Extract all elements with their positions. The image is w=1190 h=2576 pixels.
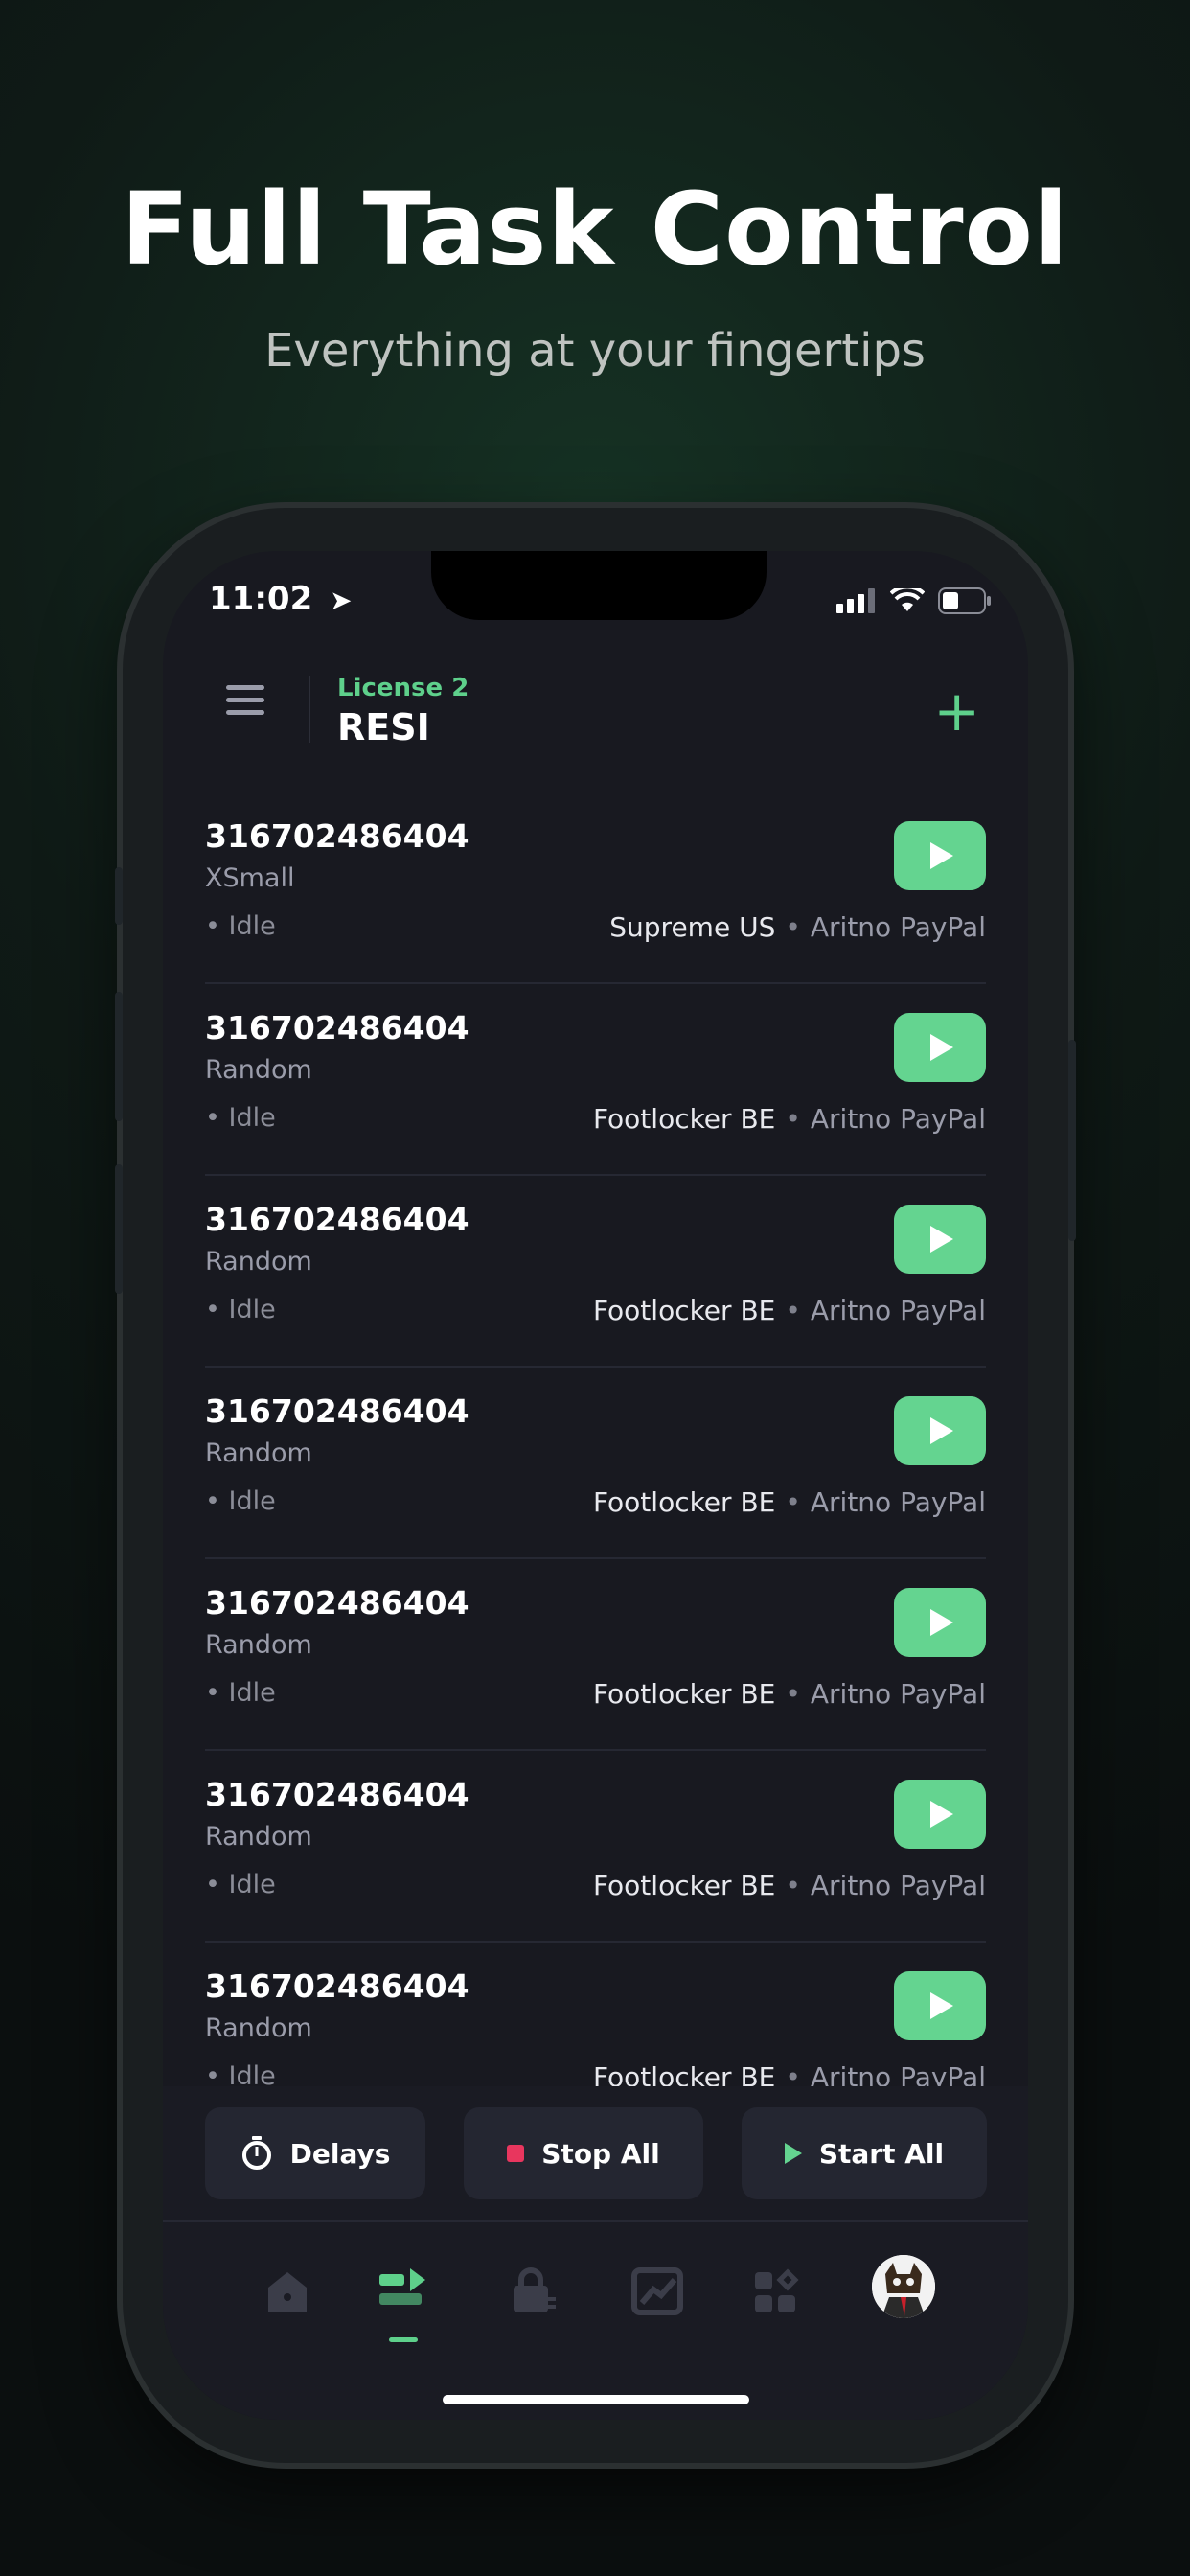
battery-icon [938, 587, 991, 614]
task-payment: Aritno PayPal [810, 1486, 986, 1518]
location-icon: ➤ [330, 585, 353, 616]
delays-label: Delays [289, 2137, 391, 2170]
task-status: • Idle [205, 1486, 276, 1516]
wifi-icon [890, 588, 925, 611]
avatar[interactable] [872, 2255, 935, 2318]
stop-all-button[interactable]: Stop All [464, 2107, 703, 2199]
task-status: • Idle [205, 1678, 276, 1708]
task-size: Random [205, 2013, 312, 2043]
task-meta: Footlocker BE • Aritno PayPal [592, 1295, 986, 1326]
add-task-button[interactable]: + [933, 683, 980, 739]
task-id: 316702486404 [205, 817, 469, 855]
task-row[interactable]: 316702486404 XSmall • Idle Supreme US • Ar… [205, 793, 986, 984]
task-id: 316702486404 [205, 1776, 469, 1813]
task-size: Random [205, 1822, 312, 1852]
home-indicator [443, 2395, 749, 2404]
action-bar: Delays Stop All Start All [163, 2086, 1028, 2222]
task-size: Random [205, 1247, 312, 1276]
task-id: 316702486404 [205, 1392, 469, 1430]
task-meta: Footlocker BE • Aritno PayPal [592, 1870, 986, 1901]
stop-all-label: Stop All [541, 2137, 660, 2170]
task-status: • Idle [205, 1295, 276, 1324]
wallet-lock-icon [514, 2267, 556, 2312]
start-task-button[interactable] [894, 821, 986, 890]
active-tab-indicator [389, 2337, 418, 2342]
header-divider [309, 676, 310, 743]
app-screen: 11:02 ➤ License 2 RESI + 316702486404 XS… [163, 551, 1028, 2420]
task-id: 316702486404 [205, 1967, 469, 2005]
task-payment: Aritno PayPal [810, 911, 986, 943]
task-row[interactable]: 316702486404 Random • Idle Footlocker BE… [205, 1176, 986, 1368]
phone-volume-down [115, 1164, 123, 1294]
tab-home[interactable] [259, 2263, 316, 2320]
phone-volume-up [115, 992, 123, 1121]
task-id: 316702486404 [205, 1201, 469, 1238]
start-task-button[interactable] [894, 1396, 986, 1465]
start-task-button[interactable] [894, 1588, 986, 1657]
task-id: 316702486404 [205, 1584, 469, 1622]
task-status: • Idle [205, 1103, 276, 1133]
home-icon [268, 2272, 307, 2312]
tools-icon [755, 2268, 799, 2312]
start-all-button[interactable]: Start All [742, 2107, 987, 2199]
hero-subtitle: Everything at your fingertips [264, 324, 926, 378]
app-header: License 2 RESI + [163, 656, 1028, 771]
tab-tasks[interactable] [376, 2263, 433, 2320]
task-payment: Aritno PayPal [810, 1295, 986, 1326]
task-meta: Footlocker BE • Aritno PayPal [592, 1486, 986, 1518]
task-row[interactable]: 316702486404 Random • Idle Footlocker BE… [205, 1559, 986, 1751]
task-store: Supreme US [609, 911, 776, 943]
start-task-button[interactable] [894, 1780, 986, 1849]
task-size: XSmall [205, 863, 295, 893]
status-icons [836, 587, 992, 614]
task-id: 316702486404 [205, 1009, 469, 1046]
task-store: Footlocker BE [592, 1486, 776, 1518]
task-status: • Idle [205, 911, 276, 941]
avatar-image [872, 2255, 935, 2318]
task-store: Footlocker BE [592, 1678, 776, 1710]
task-store: Footlocker BE [592, 1870, 776, 1901]
task-size: Random [205, 1630, 312, 1660]
phone-power-button [1068, 1040, 1076, 1241]
tab-analytics[interactable] [629, 2263, 686, 2320]
tab-bar [163, 2222, 1028, 2420]
task-size: Random [205, 1438, 312, 1468]
task-size: Random [205, 1055, 312, 1085]
tasks-icon [379, 2268, 425, 2305]
task-meta: Supreme US • Aritno PayPal [609, 911, 986, 943]
task-row[interactable]: 316702486404 Random • Idle Footlocker BE… [205, 1751, 986, 1943]
menu-button[interactable] [226, 685, 264, 724]
task-payment: Aritno PayPal [810, 1678, 986, 1710]
stopwatch-icon [241, 2136, 271, 2170]
delays-button[interactable]: Delays [205, 2107, 425, 2199]
status-time: 11:02 ➤ [209, 580, 353, 618]
start-task-button[interactable] [894, 1013, 986, 1082]
task-store: Footlocker BE [592, 1103, 776, 1135]
task-meta: Footlocker BE • Aritno PayPal [592, 1103, 986, 1135]
task-payment: Aritno PayPal [810, 1103, 986, 1135]
task-store: Footlocker BE [592, 1295, 776, 1326]
signal-icon [836, 588, 875, 613]
start-task-button[interactable] [894, 1971, 986, 2040]
task-row[interactable]: 316702486404 Random • Idle Footlocker BE… [205, 984, 986, 1176]
hero-title: Full Task Control [121, 171, 1069, 288]
phone-side-button [115, 867, 123, 925]
tab-tools[interactable] [749, 2263, 807, 2320]
stop-icon [507, 2145, 525, 2162]
notch [431, 551, 767, 620]
task-list: 316702486404 XSmall • Idle Supreme US • Ar… [163, 793, 1028, 2132]
profile-name: RESI [337, 706, 430, 748]
start-all-label: Start All [818, 2137, 945, 2170]
task-row[interactable]: 316702486404 Random • Idle Footlocker BE… [205, 1368, 986, 1559]
task-payment: Aritno PayPal [810, 1870, 986, 1901]
analytics-icon [631, 2267, 683, 2315]
start-task-button[interactable] [894, 1205, 986, 1274]
task-status: • Idle [205, 1870, 276, 1899]
task-meta: Footlocker BE • Aritno PayPal [592, 1678, 986, 1710]
license-label: License 2 [337, 674, 469, 702]
play-icon [784, 2143, 802, 2164]
tab-profiles[interactable] [506, 2263, 563, 2320]
